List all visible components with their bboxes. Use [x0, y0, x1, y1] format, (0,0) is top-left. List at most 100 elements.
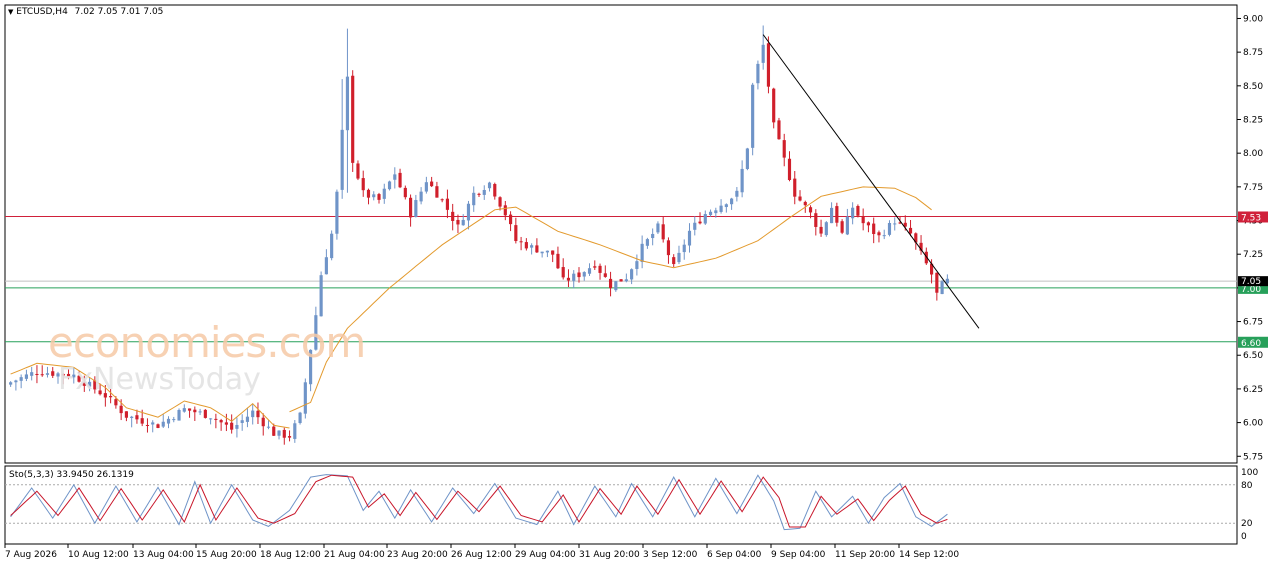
- candle-body: [366, 189, 371, 198]
- y-tick-label: 6.25: [1243, 385, 1263, 395]
- x-tick-label: 23 Aug 20:00: [387, 550, 448, 560]
- candle-body: [345, 76, 350, 131]
- candle-body: [719, 205, 723, 212]
- candle-body: [203, 409, 207, 418]
- candle-body: [451, 211, 455, 221]
- candle-body: [698, 221, 702, 224]
- candle-body: [130, 416, 134, 418]
- chart-svg[interactable]: 9.008.758.508.258.007.757.507.257.006.75…: [0, 0, 1280, 567]
- stoch-y-label: 80: [1241, 481, 1253, 491]
- candle-body: [861, 216, 865, 224]
- candle-body: [535, 245, 539, 253]
- candle-body: [508, 214, 513, 225]
- candle-body: [940, 281, 944, 295]
- candle-body: [40, 374, 44, 376]
- candle-body: [445, 198, 450, 210]
- candle-body: [856, 206, 860, 216]
- candle-body: [9, 382, 13, 385]
- candle-body: [624, 279, 628, 282]
- y-tick-label: 8.00: [1243, 149, 1263, 159]
- candle-body: [224, 422, 228, 425]
- candle-body: [424, 182, 428, 192]
- candle-body: [166, 418, 171, 424]
- candle-body: [703, 214, 707, 224]
- candle-body: [545, 250, 549, 253]
- candle-body: [761, 44, 765, 63]
- candle-body: [124, 411, 128, 418]
- watermark-brand: economies.com: [48, 318, 366, 367]
- candle-body: [845, 216, 849, 235]
- candle-body: [119, 405, 123, 414]
- candle-body: [619, 279, 623, 282]
- candle-body: [635, 261, 639, 269]
- y-tick-label: 6.00: [1243, 419, 1263, 429]
- candle-body: [887, 222, 892, 235]
- candle-body: [430, 181, 434, 187]
- candle-body: [561, 267, 565, 278]
- candle-body: [798, 196, 802, 201]
- watermark-sub: FxNewsToday: [58, 362, 261, 397]
- candle-body: [724, 204, 728, 208]
- candle-body: [45, 373, 50, 375]
- current-price-tag-label: 7.05: [1241, 277, 1261, 287]
- candle-body: [572, 273, 576, 281]
- candle-body: [187, 408, 192, 411]
- candle-body: [524, 242, 528, 249]
- level-tag-label: 7.53: [1241, 213, 1261, 223]
- x-tick-label: 6 Sep 04:00: [707, 550, 762, 560]
- candle-body: [603, 273, 607, 277]
- dropdown-triangle-icon[interactable]: ▼: [8, 8, 13, 16]
- candle-body: [882, 235, 886, 237]
- candle-body: [261, 417, 265, 427]
- candle-body: [256, 410, 260, 418]
- stoch-y-label: 20: [1241, 519, 1253, 529]
- candle-body: [182, 408, 186, 412]
- candle-body: [240, 420, 244, 423]
- candle-body: [456, 219, 460, 225]
- candle-body: [382, 188, 386, 199]
- candle-body: [582, 272, 586, 277]
- x-tick-label: 10 Aug 12:00: [68, 550, 129, 560]
- candle-body: [782, 140, 786, 158]
- x-tick-label: 14 Sep 12:00: [899, 550, 959, 560]
- candle-body: [808, 207, 813, 213]
- candle-body: [393, 174, 397, 180]
- candle-body: [51, 371, 55, 376]
- stoch-signal-line: [10, 474, 948, 528]
- candle-body: [14, 380, 18, 383]
- candle-body: [387, 181, 392, 190]
- candle-body: [824, 222, 828, 236]
- candle-body: [751, 84, 755, 148]
- candle-body: [530, 245, 534, 248]
- candle-body: [551, 250, 555, 255]
- candle-body: [540, 251, 544, 254]
- candle-body: [766, 43, 771, 87]
- x-tick-label: 11 Sep 20:00: [835, 550, 895, 560]
- candle-body: [272, 426, 276, 436]
- candle-body: [493, 184, 497, 197]
- symbol-header: ▼ ETCUSD,H4 7.02 7.05 7.01 7.05: [8, 7, 163, 17]
- y-tick-label: 8.25: [1243, 116, 1263, 126]
- candle-body: [893, 223, 897, 225]
- x-tick-label: 13 Aug 04:00: [133, 550, 194, 560]
- x-tick-label: 18 Aug 12:00: [260, 550, 321, 560]
- candle-body: [735, 190, 739, 197]
- candle-body: [245, 416, 250, 422]
- candle-body: [708, 211, 713, 216]
- candle-body: [587, 268, 592, 274]
- x-tick-label: 7 Aug 2026: [5, 550, 57, 560]
- candle-body: [198, 411, 202, 413]
- chart-area[interactable]: 9.008.758.508.258.007.757.507.257.006.75…: [0, 0, 1280, 567]
- candle-body: [477, 193, 481, 195]
- stoch-main-line: [10, 474, 948, 531]
- x-tick-label: 15 Aug 20:00: [196, 550, 257, 560]
- candle-body: [193, 409, 197, 413]
- candle-body: [566, 277, 571, 281]
- candle-body: [693, 222, 697, 230]
- candle-body: [156, 424, 160, 428]
- candle-body: [645, 239, 649, 246]
- candle-body: [335, 191, 339, 234]
- candle-body: [714, 210, 718, 214]
- y-tick-label: 7.75: [1243, 183, 1263, 193]
- candle-body: [640, 243, 644, 262]
